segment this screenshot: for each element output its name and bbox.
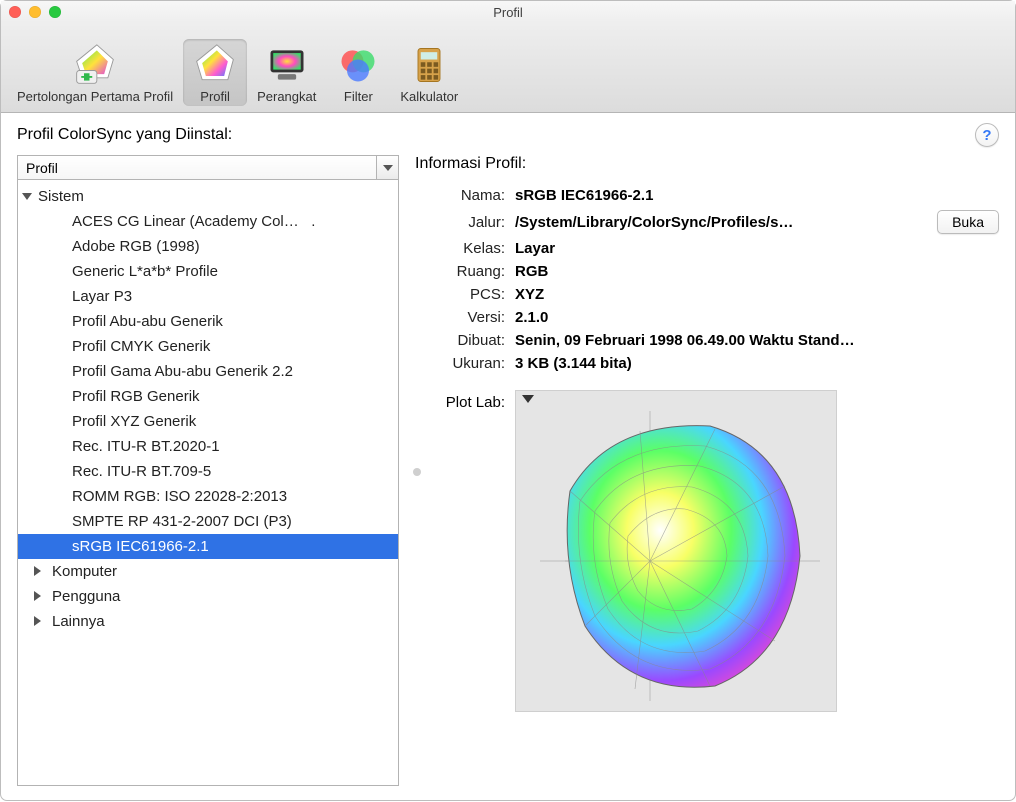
open-button[interactable]: Buka	[937, 210, 999, 234]
tree-item-label: Profil CMYK Generik	[72, 338, 210, 355]
tree-item-label: SMPTE RP 431-2-2007 DCI (P3)	[72, 513, 292, 530]
tree-item[interactable]: Generic L*a*b* Profile	[18, 259, 398, 284]
info-key: Versi:	[415, 309, 505, 326]
installed-profiles-heading: Profil ColorSync yang Diinstal:	[17, 126, 232, 144]
tree-group-lainnya[interactable]: Lainnya	[18, 609, 398, 634]
tree-item[interactable]: Profil Abu-abu Generik	[18, 309, 398, 334]
toolbar-item-label: Profil	[200, 89, 230, 104]
help-button[interactable]: ?	[975, 123, 999, 147]
profile-filter-dropdown[interactable]: Profil	[17, 155, 399, 180]
info-value-pcs: XYZ	[515, 286, 927, 303]
info-key: Dibuat:	[415, 332, 505, 349]
tree-group-label: Lainnya	[52, 613, 105, 630]
tree-item-label: ROMM RGB: ISO 22028-2:2013	[72, 488, 287, 505]
tree-item-label: Rec. ITU-R BT.2020-1	[72, 438, 220, 455]
info-key: Ukuran:	[415, 355, 505, 372]
dropdown-label: Profil	[18, 160, 376, 176]
tree-group-komputer[interactable]: Komputer	[18, 559, 398, 584]
info-value-created: Senin, 09 Februari 1998 06.49.00 Waktu S…	[515, 332, 927, 349]
open-button-label: Buka	[952, 214, 984, 230]
devices-icon	[265, 43, 309, 87]
tree-item[interactable]: Profil CMYK Generik	[18, 334, 398, 359]
zoom-icon[interactable]	[49, 6, 61, 18]
title-bar: Profil	[1, 1, 1015, 23]
info-key: Nama:	[415, 187, 505, 204]
lab-plot-viewport[interactable]	[515, 390, 837, 712]
profile-list-panel: Profil Sistem ACES CG Linear (Academy Co…	[17, 155, 399, 786]
tree-item[interactable]: Profil RGB Generik	[18, 384, 398, 409]
info-value-path: /System/Library/ColorSync/Profiles/s…	[515, 214, 927, 231]
window-title: Profil	[1, 5, 1015, 20]
tree-item-label: sRGB IEC61966-2.1	[72, 538, 209, 555]
info-value-version: 2.1.0	[515, 309, 927, 326]
tree-item[interactable]: Rec. ITU-R BT.709-5	[18, 459, 398, 484]
info-value-name: sRGB IEC61966-2.1	[515, 187, 927, 204]
toolbar-item-firstaid[interactable]: Pertolongan Pertama Profil	[7, 39, 183, 106]
close-icon[interactable]	[9, 6, 21, 18]
profile-tree[interactable]: Sistem ACES CG Linear (Academy Col… . Ad…	[17, 180, 399, 786]
toolbar: Pertolongan Pertama Profil Profil	[1, 23, 1015, 113]
profile-firstaid-icon	[73, 43, 117, 87]
tree-item[interactable]: ACES CG Linear (Academy Col… .	[18, 209, 398, 234]
info-value-space: RGB	[515, 263, 927, 280]
tree-item[interactable]: Adobe RGB (1998)	[18, 234, 398, 259]
plot-row: Plot Lab:	[415, 390, 999, 712]
tree-item[interactable]: SMPTE RP 431-2-2007 DCI (P3)	[18, 509, 398, 534]
tree-item[interactable]: Layar P3	[18, 284, 398, 309]
profile-info-panel: Informasi Profil: Nama: sRGB IEC61966-2.…	[415, 155, 999, 786]
tree-item-label: Profil Abu-abu Generik	[72, 313, 223, 330]
toolbar-item-label: Pertolongan Pertama Profil	[17, 89, 173, 104]
info-key: Kelas:	[415, 240, 505, 257]
toolbar-item-label: Kalkulator	[400, 89, 458, 104]
profile-info-heading: Informasi Profil:	[415, 155, 999, 173]
info-key: Jalur:	[415, 214, 505, 231]
plot-options-dropdown-icon[interactable]	[522, 395, 534, 403]
toolbar-item-filters[interactable]: Filter	[326, 39, 390, 106]
section-header: Profil ColorSync yang Diinstal: ?	[1, 113, 1015, 155]
chevron-down-icon	[376, 156, 398, 179]
tree-group-label: Sistem	[38, 188, 84, 205]
minimize-icon[interactable]	[29, 6, 41, 18]
info-value-class: Layar	[515, 240, 927, 257]
tree-group-sistem[interactable]: Sistem	[18, 184, 398, 209]
toolbar-item-calculator[interactable]: Kalkulator	[390, 39, 468, 106]
tree-item-label: Profil XYZ Generik	[72, 413, 196, 430]
toolbar-item-profiles[interactable]: Profil	[183, 39, 247, 106]
plot-label: Plot Lab:	[415, 390, 505, 712]
tree-group-label: Pengguna	[52, 588, 120, 605]
tree-item[interactable]: ROMM RGB: ISO 22028-2:2013	[18, 484, 398, 509]
info-key: PCS:	[415, 286, 505, 303]
tree-item-label: ACES CG Linear (Academy Col…	[72, 213, 299, 230]
profile-icon	[193, 43, 237, 87]
tree-item-label: Profil Gama Abu-abu Generik 2.2	[72, 363, 293, 380]
tree-item-selected[interactable]: sRGB IEC61966-2.1	[18, 534, 398, 559]
tree-item-label: Generic L*a*b* Profile	[72, 263, 218, 280]
disclosure-triangle-icon	[34, 566, 41, 576]
tree-item-label: Profil RGB Generik	[72, 388, 200, 405]
info-key: Ruang:	[415, 263, 505, 280]
splitter-handle-icon[interactable]	[413, 468, 421, 476]
tree-item-label: Adobe RGB (1998)	[72, 238, 200, 255]
filters-icon	[336, 43, 380, 87]
toolbar-item-label: Perangkat	[257, 89, 316, 104]
disclosure-triangle-icon	[34, 616, 41, 626]
tree-item[interactable]: Rec. ITU-R BT.2020-1	[18, 434, 398, 459]
disclosure-triangle-icon	[34, 591, 41, 601]
window-controls	[9, 6, 61, 18]
tree-item-label: Layar P3	[72, 288, 132, 305]
tree-item-label: Rec. ITU-R BT.709-5	[72, 463, 211, 480]
content-area: Profil Sistem ACES CG Linear (Academy Co…	[1, 155, 1015, 802]
gamut-plot	[540, 411, 820, 701]
toolbar-item-label: Filter	[344, 89, 373, 104]
disclosure-triangle-icon	[22, 193, 32, 200]
tree-group-pengguna[interactable]: Pengguna	[18, 584, 398, 609]
tree-group-label: Komputer	[52, 563, 117, 580]
info-value-size: 3 KB (3.144 bita)	[515, 355, 927, 372]
tree-item[interactable]: Profil Gama Abu-abu Generik 2.2	[18, 359, 398, 384]
tree-item[interactable]: Profil XYZ Generik	[18, 409, 398, 434]
help-icon: ?	[982, 127, 991, 144]
calculator-icon	[407, 43, 451, 87]
profile-info-grid: Nama: sRGB IEC61966-2.1 Jalur: /System/L…	[415, 187, 999, 372]
toolbar-item-devices[interactable]: Perangkat	[247, 39, 326, 106]
